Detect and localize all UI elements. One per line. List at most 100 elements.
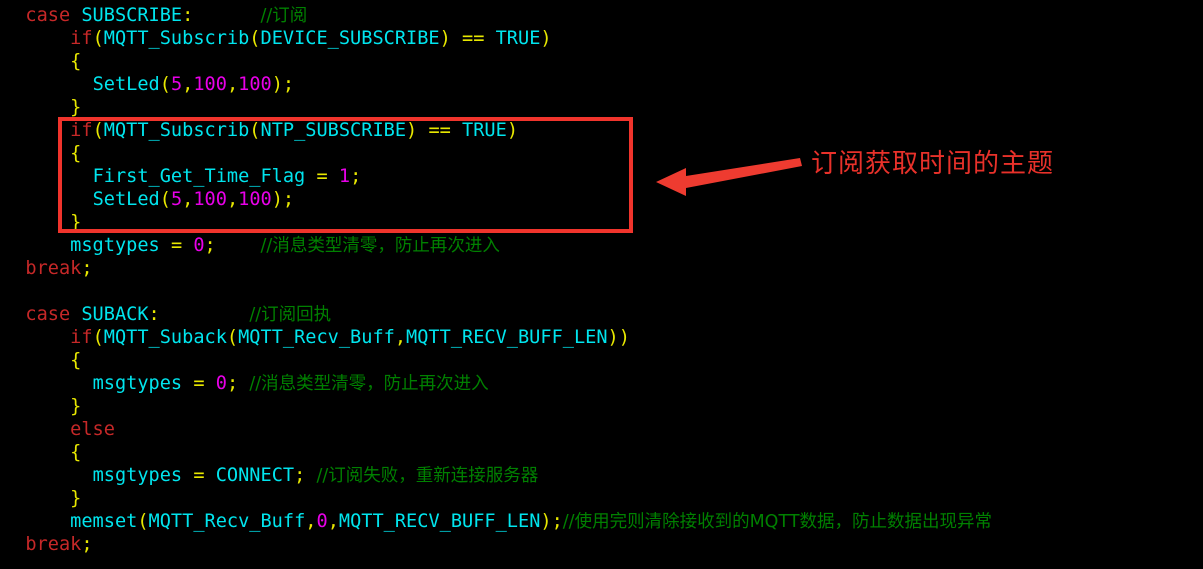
code-token: ( (249, 120, 261, 141)
code-token: if (70, 327, 93, 348)
code-token: MQTT_RECV_BUFF_LEN (338, 511, 541, 532)
code-token: //消息类型清零，防止再次进入 (249, 374, 489, 394)
code-token: 100 (193, 74, 227, 95)
code-token: 0 (193, 235, 205, 256)
code-screenshot: case SUBSCRIBE: //订阅 if(MQTT_Subscrib(DE… (0, 0, 1203, 569)
code-token: msgtypes (92, 373, 183, 394)
code-token: , (182, 74, 194, 95)
code-line: { (3, 349, 1203, 372)
code-token: = (316, 166, 328, 187)
code-token: TRUE (484, 28, 541, 49)
code-token: //订阅失败，重新连接服务器 (316, 466, 539, 486)
code-token: 1 (338, 166, 351, 187)
annotation-label: 订阅获取时间的主题 (811, 149, 1055, 179)
code-line: SetLed(5,100,100); (3, 73, 1203, 96)
code-token: ( (92, 327, 104, 348)
code-token: ( (92, 120, 104, 141)
code-token: break (25, 534, 82, 555)
code-token: //订阅回执 (249, 305, 332, 325)
code-token: ( (226, 327, 239, 348)
code-line: msgtypes = 0; //消息类型清零，防止再次进入 (3, 234, 1203, 257)
code-token: case (25, 5, 71, 26)
code-token: ; (226, 373, 239, 394)
code-token: , (182, 189, 194, 210)
code-line: } (3, 395, 1203, 418)
code-token: ); (540, 511, 563, 532)
code-token: : (182, 5, 194, 26)
code-line: { (3, 50, 1203, 73)
code-token: , (305, 511, 317, 532)
code-token: { (70, 51, 82, 72)
code-line: } (3, 96, 1203, 119)
code-token: DEVICE_SUBSCRIBE (260, 28, 440, 49)
code-token: ( (137, 511, 149, 532)
code-token: if (70, 120, 93, 141)
code-token: 5 (170, 189, 183, 210)
code-token: = (193, 373, 205, 394)
code-token: { (70, 350, 82, 371)
code-token: 100 (238, 189, 272, 210)
code-token: ( (159, 189, 171, 210)
code-token: NTP_SUBSCRIBE (260, 120, 407, 141)
code-token: } (70, 97, 82, 118)
code-token: ( (92, 28, 104, 49)
code-token: , (226, 189, 239, 210)
code-token: MQTT_RECV_BUFF_LEN (406, 327, 608, 348)
code-token: MQTT_Subscrib (103, 28, 250, 49)
code-token: ; (81, 258, 93, 279)
code-token: )) (607, 327, 630, 348)
code-token: //消息类型清零，防止再次进入 (260, 236, 500, 256)
code-token: { (70, 143, 82, 164)
code-token: , (394, 327, 407, 348)
code-token: ( (249, 28, 261, 49)
code-line: } (3, 211, 1203, 234)
code-token: , (226, 74, 239, 95)
code-token: 0 (316, 511, 328, 532)
red-arrow-icon (656, 158, 802, 196)
code-token: case (25, 304, 71, 325)
code-token: ; (204, 235, 216, 256)
code-token: //订阅 (260, 6, 308, 26)
code-line: SetLed(5,100,100); (3, 188, 1203, 211)
code-line: else (3, 418, 1203, 441)
code-token: ; (350, 166, 362, 187)
code-listing: case SUBSCRIBE: //订阅 if(MQTT_Subscrib(DE… (3, 4, 1203, 556)
code-line: msgtypes = CONNECT; //订阅失败，重新连接服务器 (3, 464, 1203, 487)
code-token: memset (70, 511, 138, 532)
code-token: TRUE (450, 120, 507, 141)
code-token: MQTT_Recv_Buff (238, 327, 395, 348)
code-token: else (70, 419, 115, 440)
code-token: MQTT_Suback (103, 327, 227, 348)
code-token: == (462, 28, 485, 49)
code-line: break; (3, 533, 1203, 556)
